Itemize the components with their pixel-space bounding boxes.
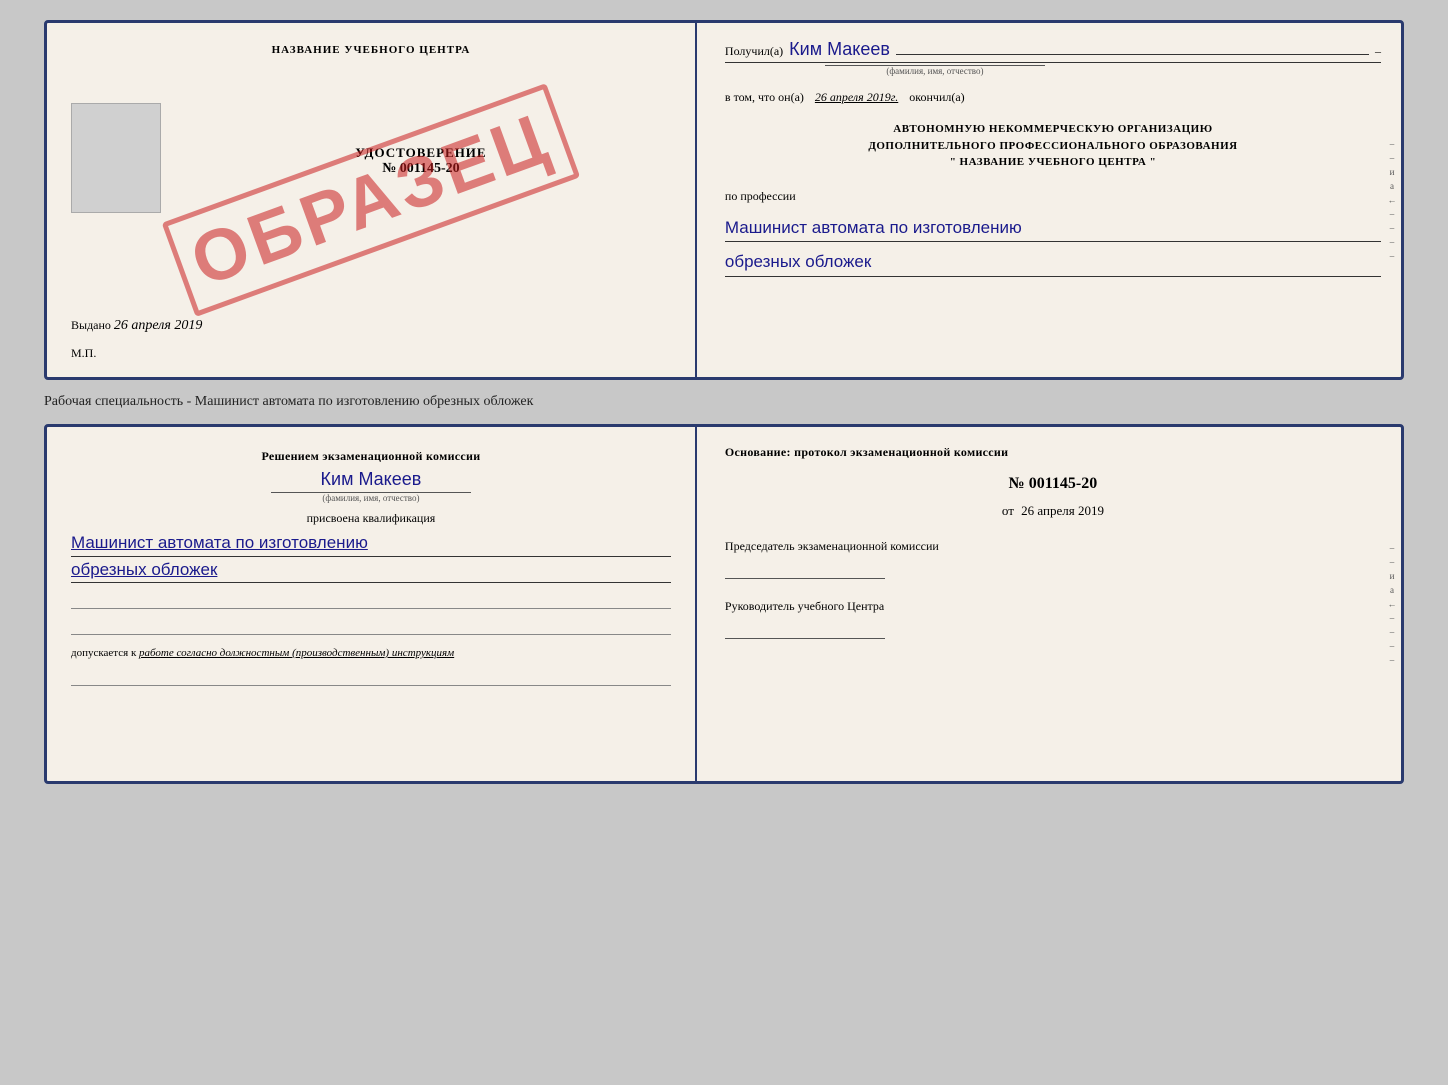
- qual-basis-title: Основание: протокол экзаменационной коми…: [725, 443, 1381, 461]
- qual-blank-line-1: [71, 589, 671, 609]
- cert-date-label: в том, что он(а): [725, 90, 804, 104]
- certificate-book: НАЗВАНИЕ УЧЕБНОГО ЦЕНТРА УДОСТОВЕРЕНИЕ №…: [44, 20, 1404, 380]
- qual-blank-line-2: [71, 615, 671, 635]
- qual-left-page: Решением экзаменационной комиссии Ким Ма…: [47, 427, 697, 781]
- qual-допускается: допускается к работе согласно должностны…: [71, 645, 671, 662]
- qual-right-page: Основание: протокол экзаменационной коми…: [697, 427, 1401, 781]
- cert-profession-value2: обрезных обложек: [725, 250, 1381, 277]
- cert-profession-label: по профессии: [725, 189, 1381, 204]
- qual-profession-line1: Машинист автомата по изготовлению: [71, 530, 671, 557]
- specialty-text: Рабочая специальность - Машинист автомат…: [44, 390, 1404, 414]
- cert-side-decoration: ––иа←––––: [1383, 23, 1401, 377]
- qual-director-label: Руководитель учебного Центра: [725, 597, 1381, 615]
- cert-org-block: АВТОНОМНУЮ НЕКОММЕРЧЕСКУЮ ОРГАНИЗАЦИЮ ДО…: [725, 121, 1381, 171]
- qual-director: Руководитель учебного Центра: [725, 597, 1381, 639]
- qual-chairman-label: Председатель экзаменационной комиссии: [725, 537, 1381, 555]
- cert-issued-date: 26 апреля 2019: [114, 318, 202, 333]
- cert-mp: М.П.: [71, 346, 671, 361]
- cert-school-title: НАЗВАНИЕ УЧЕБНОГО ЦЕНТРА: [71, 43, 671, 57]
- qualification-book: Решением экзаменационной комиссии Ким Ма…: [44, 424, 1404, 784]
- qual-decision-text: Решением экзаменационной комиссии: [71, 447, 671, 465]
- qual-chairman-sign-line: [725, 559, 885, 579]
- qual-fio-hint: (фамилия, имя, отчество): [271, 492, 471, 503]
- cert-org-line1: АВТОНОМНУЮ НЕКОММЕРЧЕСКУЮ ОРГАНИЗАЦИЮ: [725, 121, 1381, 138]
- cert-left-page: НАЗВАНИЕ УЧЕБНОГО ЦЕНТРА УДОСТОВЕРЕНИЕ №…: [47, 23, 697, 377]
- cert-issued-row: Выдано 26 апреля 2019: [71, 318, 671, 342]
- qual-chairman: Председатель экзаменационной комиссии: [725, 537, 1381, 579]
- cert-received-label: Получил(а): [725, 44, 783, 59]
- qual-допускается-text: работе согласно должностным (производств…: [139, 647, 454, 659]
- cert-org-line2: ДОПОЛНИТЕЛЬНОГО ПРОФЕССИОНАЛЬНОГО ОБРАЗО…: [725, 138, 1381, 155]
- qual-side-decoration: ––иа←––––: [1383, 427, 1401, 781]
- qual-profession-line2: обрезных обложек: [71, 557, 671, 584]
- cert-recipient-name: Ким Макеев: [789, 39, 890, 60]
- cert-photo-area: [71, 103, 161, 213]
- cert-doc-type: УДОСТОВЕРЕНИЕ: [171, 145, 671, 161]
- qual-date-prefix: от: [1002, 503, 1014, 518]
- document-wrapper: НАЗВАНИЕ УЧЕБНОГО ЦЕНТРА УДОСТОВЕРЕНИЕ №…: [44, 20, 1404, 784]
- cert-date-value: 26 апреля 2019г.: [815, 90, 898, 104]
- cert-profession-value: Машинист автомата по изготовлению: [725, 216, 1381, 243]
- qual-date-value: 26 апреля 2019: [1021, 503, 1104, 518]
- cert-doc-number: № 001145-20: [171, 161, 671, 177]
- qual-date-row: от 26 апреля 2019: [725, 503, 1381, 519]
- qual-director-sign-line: [725, 619, 885, 639]
- qual-assigned-label: присвоена квалификация: [71, 511, 671, 526]
- cert-org-name: " НАЗВАНИЕ УЧЕБНОГО ЦЕНТРА ": [725, 154, 1381, 171]
- cert-right-page: Получил(а) Ким Макеев – (фамилия, имя, о…: [697, 23, 1401, 377]
- qual-person-name: Ким Макеев: [71, 469, 671, 490]
- cert-date-row: в том, что он(а) 26 апреля 2019г. окончи…: [725, 90, 1381, 105]
- cert-fio-hint: (фамилия, имя, отчество): [825, 65, 1045, 76]
- qual-protocol-number: № 001145-20: [725, 475, 1381, 493]
- cert-finished-label: окончил(а): [909, 90, 964, 104]
- cert-issued-label: Выдано: [71, 318, 111, 332]
- qual-допускается-label: допускается к: [71, 647, 136, 659]
- qual-blank-line-3: [71, 666, 671, 686]
